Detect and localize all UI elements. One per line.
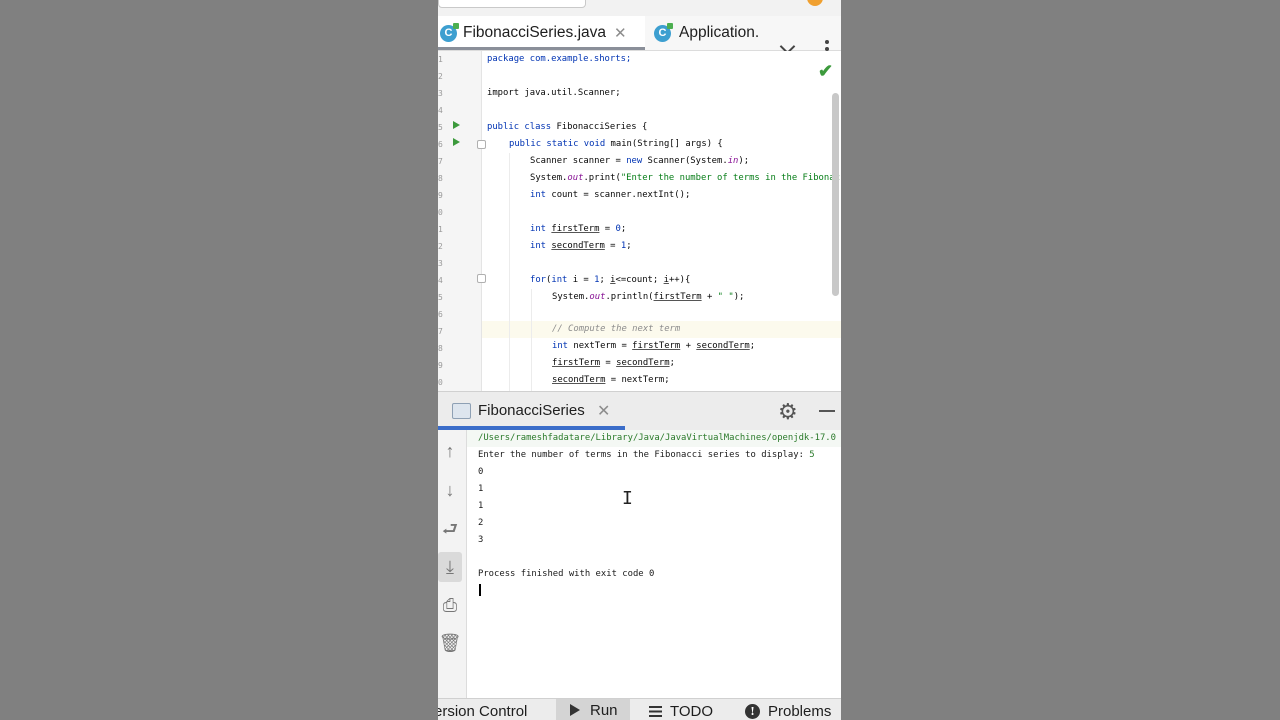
code-line: System.out.println(firstTerm + " ");: [552, 292, 745, 302]
line-number: 3: [438, 89, 443, 98]
run-tool-button[interactable]: Run: [556, 699, 630, 720]
indent-guide: [531, 289, 532, 391]
code-line: int firstTerm = 0;: [530, 224, 627, 234]
java-command-line: /Users/rameshfadatare/Library/Java/JavaV…: [478, 433, 836, 443]
play-icon: [570, 704, 580, 716]
fold-marker-icon[interactable]: [477, 140, 486, 149]
exit-message: Process finished with exit code 0: [478, 569, 655, 579]
java-class-icon: C: [440, 22, 459, 42]
line-number: 5: [438, 293, 443, 302]
run-panel-header: FibonacciSeries ✕ ⚙: [438, 391, 841, 430]
code-line: int secondTerm = 1;: [530, 241, 632, 251]
code-editor[interactable]: 1 2 3 4 5 6 7 8 9 0 1 2 3 4 5 6 7 8 9 0 …: [438, 51, 841, 391]
no-problems-check-icon[interactable]: ✔: [818, 61, 833, 82]
tab-application[interactable]: C Application.: [654, 16, 759, 50]
indent-guide: [509, 153, 510, 391]
notification-icon[interactable]: [807, 0, 823, 6]
output-line: 1: [478, 501, 484, 511]
tool-window-bar: ersion Control Run TODO ! Problems: [438, 698, 841, 720]
code-line: import java.util.Scanner;: [487, 88, 621, 98]
line-number-gutter[interactable]: [438, 51, 482, 391]
line-number: 4: [438, 276, 443, 285]
trash-icon[interactable]: 🗑: [438, 632, 462, 654]
gear-icon[interactable]: ⚙: [778, 399, 798, 425]
scroll-to-end-icon[interactable]: ⤓: [438, 552, 462, 582]
output-line: 2: [478, 518, 484, 528]
code-line: // Compute the next term: [552, 324, 681, 334]
line-number: 1: [438, 225, 443, 234]
editor-scrollbar[interactable]: [832, 93, 839, 296]
line-number: 0: [438, 208, 443, 217]
active-tab-indicator: [438, 47, 645, 50]
line-number: 2: [438, 242, 443, 251]
run-toolbar: ↑ ↓ ⮐ ⤓ ⎙ 🗑: [438, 430, 467, 698]
line-number: 9: [438, 361, 443, 370]
code-line: Scanner scanner = new Scanner(System.in)…: [530, 156, 750, 166]
run-tab-title[interactable]: FibonacciSeries: [478, 402, 585, 419]
list-icon: [649, 706, 662, 717]
line-number: 0: [438, 378, 443, 387]
info-icon: !: [745, 704, 760, 719]
code-line: public class FibonacciSeries {: [487, 122, 648, 132]
line-number: 3: [438, 259, 443, 268]
tab-fibonacci-series[interactable]: C FibonacciSeries.java ✕: [438, 16, 645, 50]
text-cursor: [479, 584, 481, 596]
run-main-icon[interactable]: [453, 138, 460, 146]
line-number: 7: [438, 327, 443, 336]
line-number: 5: [438, 123, 443, 132]
todo-tool-button[interactable]: TODO: [649, 703, 713, 720]
code-line: package com.example.shorts;: [487, 54, 632, 64]
top-toolbar-strip: [438, 0, 841, 16]
line-number: 2: [438, 72, 443, 81]
line-number: 7: [438, 157, 443, 166]
close-run-tab-icon[interactable]: ✕: [597, 401, 610, 421]
code-line: secondTerm = nextTerm;: [552, 375, 670, 385]
ibeam-mouse-cursor: I: [622, 488, 633, 509]
line-number: 4: [438, 106, 443, 115]
console-icon: [452, 403, 471, 419]
user-input-value: 5: [809, 450, 815, 460]
output-line: 3: [478, 535, 484, 545]
arrow-down-icon[interactable]: ↓: [438, 479, 462, 501]
output-line: 1: [478, 484, 484, 494]
input-prompt: Enter the number of terms in the Fibonac…: [478, 450, 815, 460]
soft-wrap-icon[interactable]: ⮐: [438, 518, 462, 540]
code-line: public static void main(String[] args) {: [509, 139, 723, 149]
tab-label: FibonacciSeries.java: [463, 24, 607, 41]
gutter-divider: [481, 51, 482, 391]
fold-marker-icon[interactable]: [477, 274, 486, 283]
close-tab-icon[interactable]: ✕: [614, 24, 627, 42]
ide-window: C FibonacciSeries.java ✕ C Application. …: [438, 0, 841, 720]
minimize-icon[interactable]: [819, 410, 835, 412]
problems-tool-button[interactable]: ! Problems: [745, 703, 831, 720]
run-config-selector[interactable]: [438, 0, 586, 8]
line-number: 6: [438, 140, 443, 149]
print-icon[interactable]: ⎙: [438, 594, 462, 616]
version-control-button[interactable]: ersion Control: [438, 703, 527, 720]
line-number: 9: [438, 191, 443, 200]
line-number: 6: [438, 310, 443, 319]
arrow-up-icon[interactable]: ↑: [438, 440, 462, 462]
code-line: System.out.print("Enter the number of te…: [530, 173, 840, 183]
line-number: 8: [438, 344, 443, 353]
code-line: int count = scanner.nextInt();: [530, 190, 691, 200]
line-number: 8: [438, 174, 443, 183]
editor-tab-bar: C FibonacciSeries.java ✕ C Application.: [438, 16, 841, 58]
java-class-icon: C: [654, 22, 673, 42]
run-class-icon[interactable]: [453, 121, 460, 129]
code-line: int nextTerm = firstTerm + secondTerm;: [552, 341, 756, 351]
code-line: firstTerm = secondTerm;: [552, 358, 675, 368]
console-output[interactable]: /Users/rameshfadatare/Library/Java/JavaV…: [467, 430, 841, 698]
output-line: 0: [478, 467, 484, 477]
tab-label: Application.: [679, 24, 760, 41]
code-line: for(int i = 1; i<=count; i++){: [530, 275, 691, 285]
line-number: 1: [438, 55, 443, 64]
